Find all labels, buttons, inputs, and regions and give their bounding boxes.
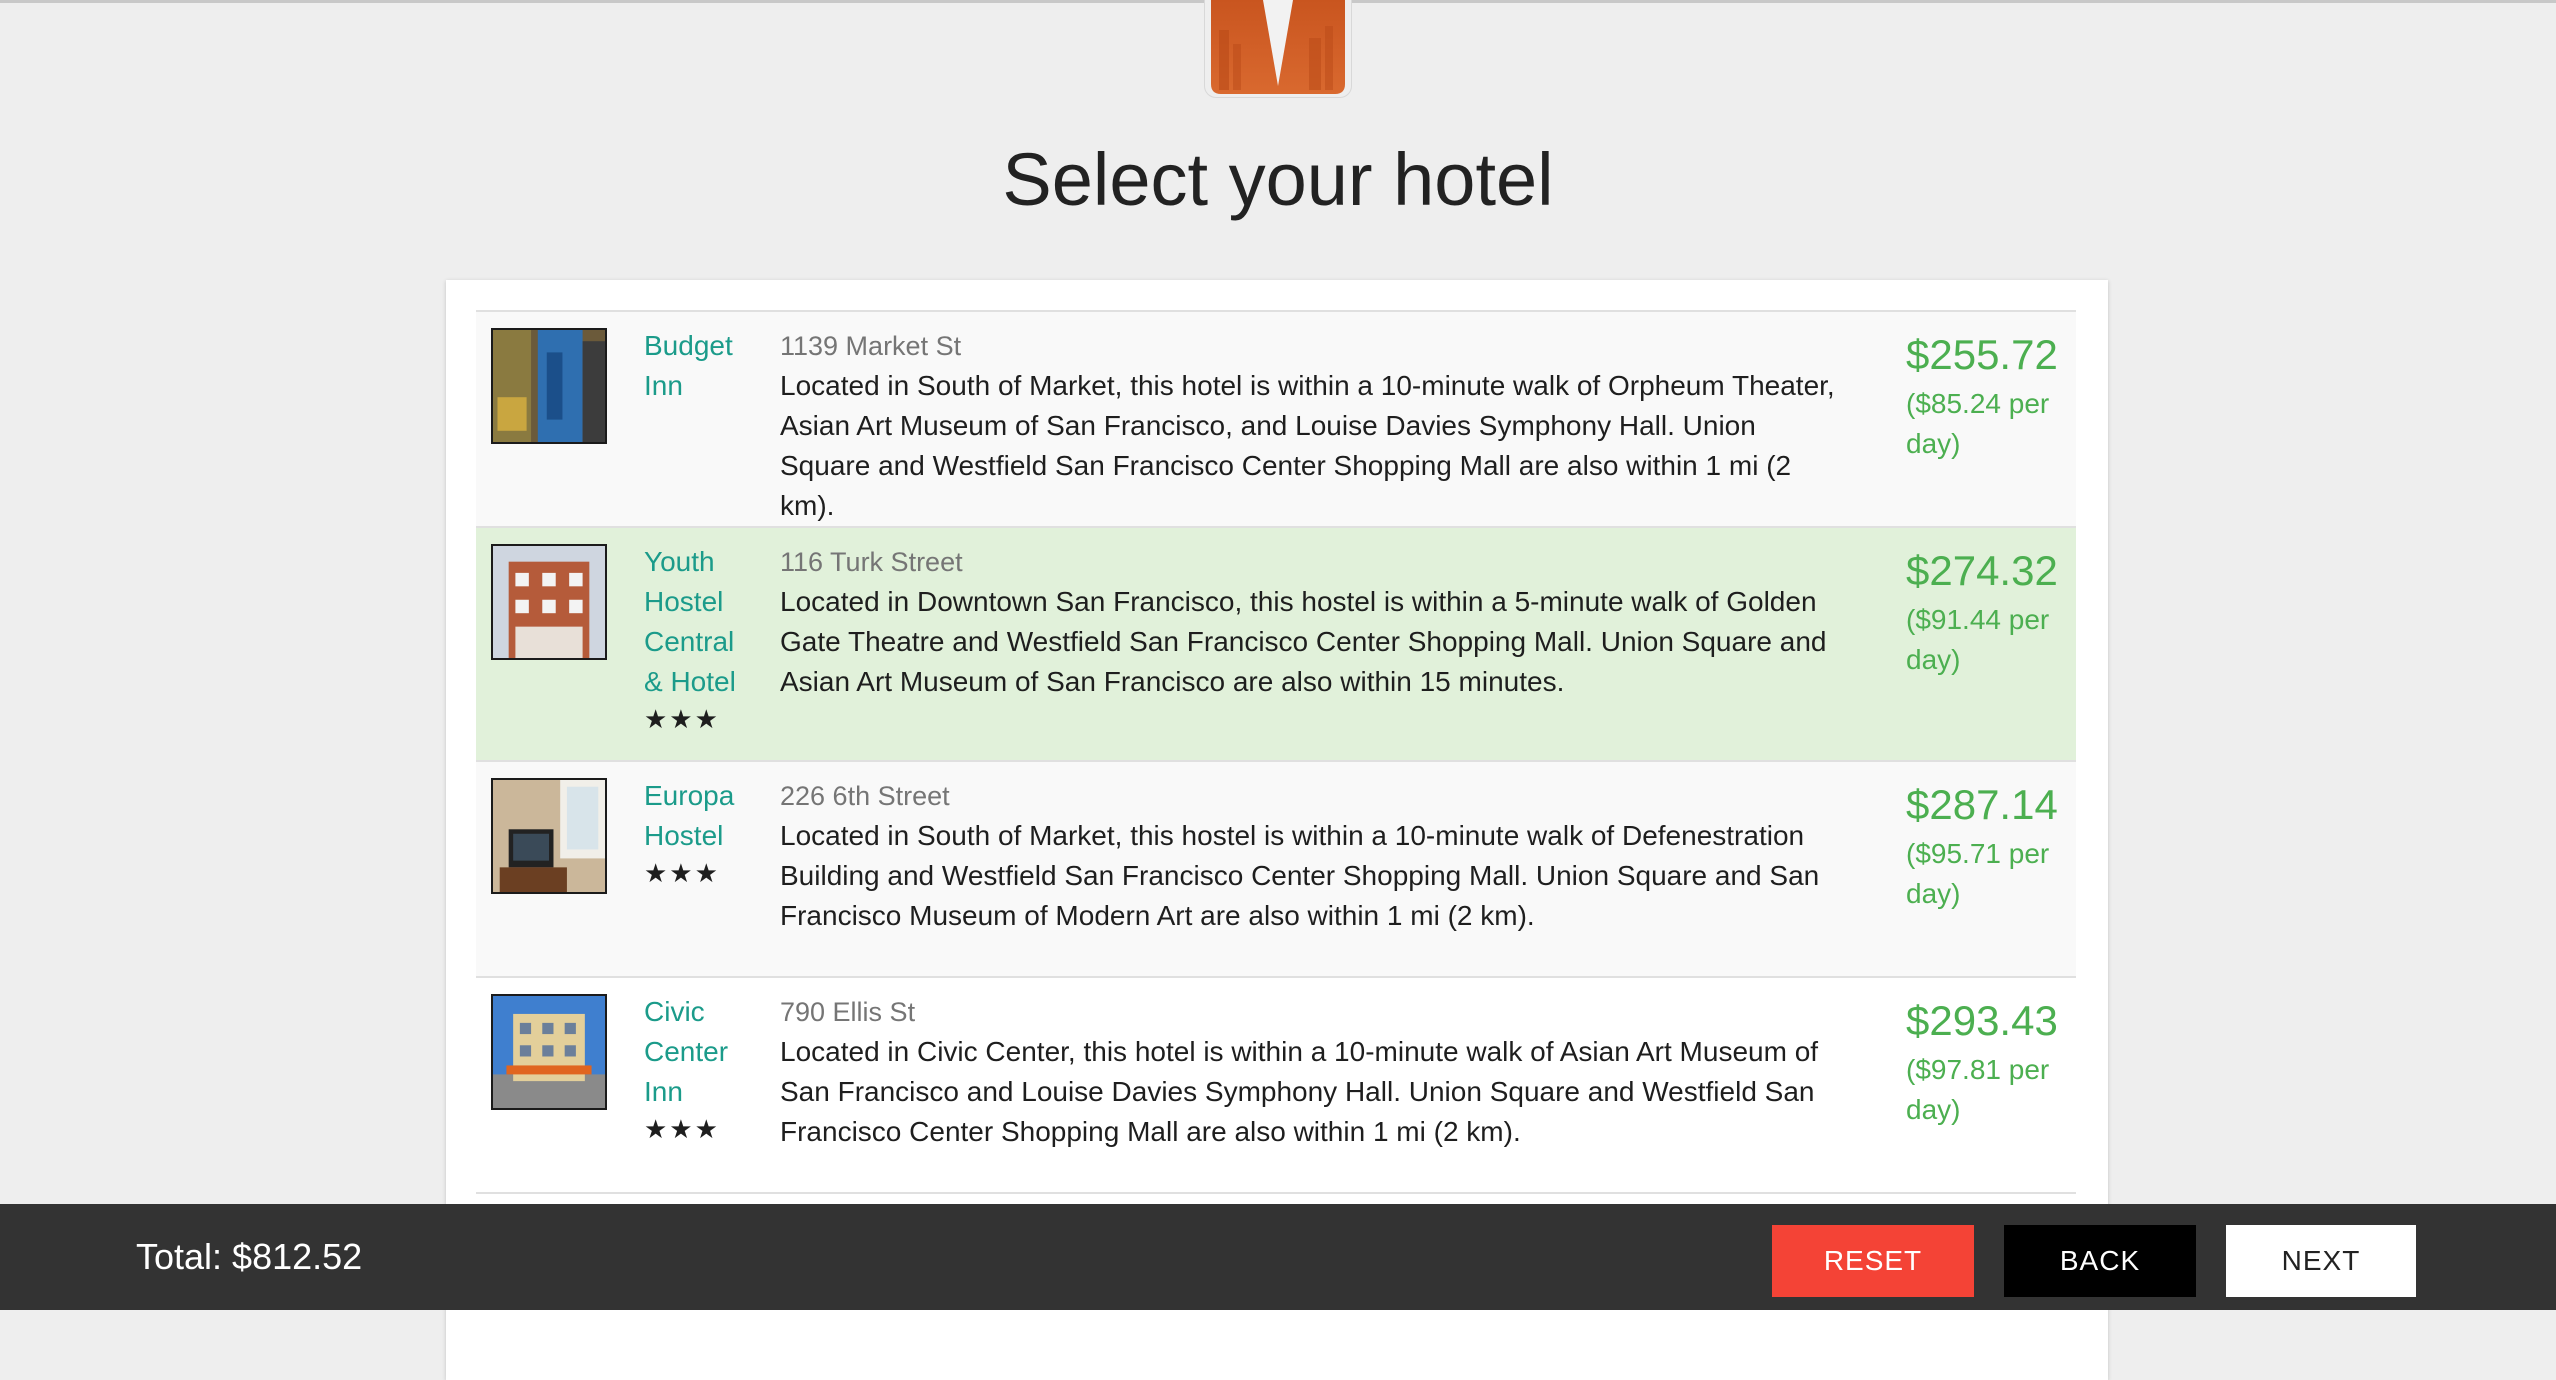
hotel-name-line[interactable]: Hostel xyxy=(644,816,754,856)
total-price: Total: $812.52 xyxy=(136,1236,363,1277)
page-title: Select your hotel xyxy=(1002,138,1554,221)
hotel-photo-icon xyxy=(491,994,607,1110)
hotel-photo-icon xyxy=(491,544,607,660)
footer-bar: Total: $812.52 RESET BACK NEXT xyxy=(0,1204,2556,1310)
hotel-price-column: $287.14 ($95.71 per day) xyxy=(1906,778,2071,914)
back-button[interactable]: BACK xyxy=(2004,1225,2196,1297)
app-logo xyxy=(1204,0,1352,98)
hotel-name-line[interactable]: Hostel xyxy=(644,582,754,622)
hotel-price-per-day: ($97.81 per day) xyxy=(1906,1054,2050,1125)
hotel-name-column: Civic Center Inn ★★★ xyxy=(644,992,754,1144)
hotel-details: 226 6th Street Located in South of Market… xyxy=(780,776,1840,936)
star-rating: ★★★ xyxy=(644,704,720,734)
hotel-address: 116 Turk Street xyxy=(780,547,963,577)
hotel-name-line[interactable]: Youth xyxy=(644,542,754,582)
hotel-name-column: Budget Inn xyxy=(644,326,754,408)
hotel-price-per-day: ($91.44 per day) xyxy=(1906,604,2050,675)
hotel-name-line[interactable]: Inn xyxy=(644,366,754,406)
hotel-name-line[interactable]: & Hotel xyxy=(644,662,754,702)
hotel-name-column: Youth Hostel Central & Hotel ★★★ xyxy=(644,542,754,734)
hotel-name-line[interactable]: Inn xyxy=(644,1072,754,1112)
hotel-price-per-day: ($95.71 per day) xyxy=(1906,838,2050,909)
hotel-name-column: Europa Hostel ★★★ xyxy=(644,776,754,888)
hotel-price-per-day: ($85.24 per day) xyxy=(1906,388,2050,459)
hotel-photo-icon xyxy=(491,328,607,444)
hotel-price: $255.72 xyxy=(1906,331,2058,378)
hotel-price: $274.32 xyxy=(1906,547,2058,594)
hotel-row[interactable]: Budget Inn 1139 Market St Located in South … xyxy=(476,312,2076,528)
hotel-details: 790 Ellis St Located in Civic Center, thi… xyxy=(780,992,1840,1152)
hotel-name-line[interactable]: Center xyxy=(644,1032,754,1072)
hotel-description: Located in South of Market, this hostel … xyxy=(780,820,1820,931)
reset-button[interactable]: RESET xyxy=(1772,1225,1974,1297)
star-rating: ★★★ xyxy=(644,1114,720,1144)
hotel-name-line[interactable]: Civic xyxy=(644,992,754,1032)
hotel-name-line[interactable]: Central xyxy=(644,622,754,662)
logo-icon xyxy=(1211,0,1345,94)
hotel-details: 1139 Market St Located in South of Market… xyxy=(780,326,1840,526)
hotel-address: 1139 Market St xyxy=(780,331,962,361)
hotel-price-column: $274.32 ($91.44 per day) xyxy=(1906,544,2071,680)
hotel-row[interactable]: Youth Hostel Central & Hotel ★★★ 116 Turk Str… xyxy=(476,528,2076,762)
star-rating: ★★★ xyxy=(644,858,720,888)
hotel-list: Budget Inn 1139 Market St Located in South … xyxy=(476,310,2076,1194)
hotel-price: $287.14 xyxy=(1906,781,2058,828)
hotel-description: Located in Civic Center, this hotel is w… xyxy=(780,1036,1819,1147)
hotel-description: Located in Downtown San Francisco, this … xyxy=(780,586,1827,697)
hotel-row[interactable]: Europa Hostel ★★★ 226 6th Street Located in … xyxy=(476,762,2076,978)
hotel-name-line[interactable]: Budget xyxy=(644,326,754,366)
hotel-name-line[interactable]: Europa xyxy=(644,776,754,816)
hotel-description: Located in South of Market, this hotel i… xyxy=(780,370,1835,521)
hotel-address: 226 6th Street xyxy=(780,781,950,811)
hotel-details: 116 Turk Street Located in Downtown San F… xyxy=(780,542,1840,702)
hotel-row[interactable]: Civic Center Inn ★★★ 790 Ellis St Located in … xyxy=(476,978,2076,1194)
hotel-address: 790 Ellis St xyxy=(780,997,916,1027)
hotel-price-column: $255.72 ($85.24 per day) xyxy=(1906,328,2071,464)
hotel-photo-icon xyxy=(491,778,607,894)
hotel-price-column: $293.43 ($97.81 per day) xyxy=(1906,994,2071,1130)
next-button[interactable]: NEXT xyxy=(2226,1225,2416,1297)
hotel-price: $293.43 xyxy=(1906,997,2058,1044)
